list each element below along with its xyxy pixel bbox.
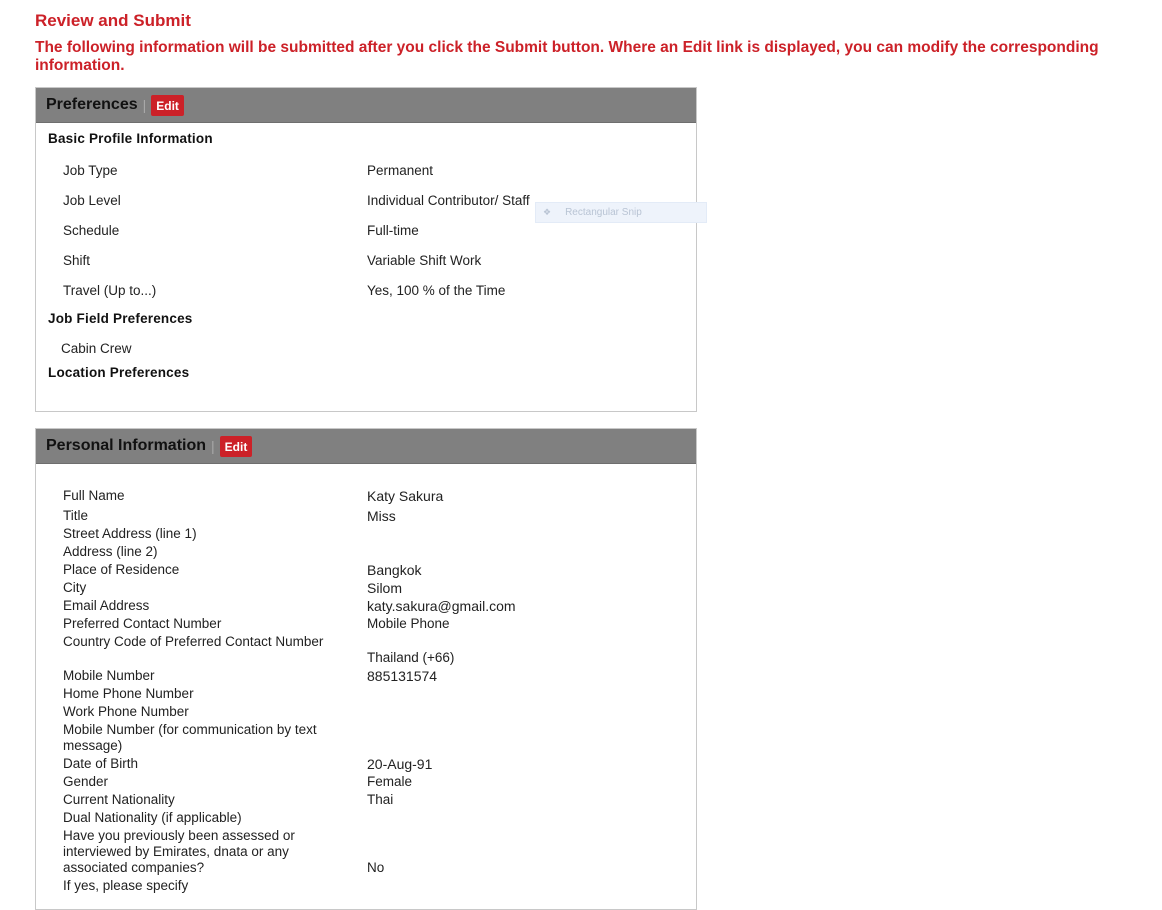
value-city: Silom xyxy=(367,580,403,596)
label-current-nationality: Current Nationality xyxy=(63,792,175,807)
pref-value-job-level: Individual Contributor/ Staff xyxy=(367,193,530,208)
value-country-code: Thailand (+66) xyxy=(367,650,455,665)
pref-label-job-type: Job Type xyxy=(63,163,118,178)
value-previously-assessed: No xyxy=(367,860,385,875)
label-mobile-number: Mobile Number xyxy=(63,668,155,683)
separator: | xyxy=(211,438,215,454)
personal-information-panel: Personal Information | Edit Full Name Ka… xyxy=(35,428,697,910)
label-home-phone: Home Phone Number xyxy=(63,686,194,701)
label-address-2: Address (line 2) xyxy=(63,544,158,559)
label-title: Title xyxy=(63,508,89,523)
separator: | xyxy=(142,97,147,113)
pref-label-schedule: Schedule xyxy=(63,223,120,238)
pref-value-job-type: Permanent xyxy=(367,163,434,178)
label-email-address: Email Address xyxy=(63,598,150,613)
page-title: Review and Submit xyxy=(35,11,191,30)
pref-label-shift: Shift xyxy=(63,253,91,268)
value-current-nationality: Thai xyxy=(367,792,394,807)
label-mobile-text-message: Mobile Number (for communication by text… xyxy=(63,722,317,753)
value-email-address: katy.sakura@gmail.com xyxy=(367,598,516,614)
basic-profile-heading: Basic Profile Information xyxy=(48,131,213,146)
pref-label-job-level: Job Level xyxy=(63,193,121,208)
preferences-panel: Preferences | Edit Basic Profile Informa… xyxy=(35,87,697,412)
label-street-address-1: Street Address (line 1) xyxy=(63,526,197,541)
snip-icon: ❖ xyxy=(543,207,552,217)
job-field-item: Cabin Crew xyxy=(61,341,132,356)
value-full-name: Katy Sakura xyxy=(367,488,444,504)
pref-value-schedule: Full-time xyxy=(367,223,419,238)
label-country-code: Country Code of Preferred Contact Number xyxy=(63,634,324,649)
preferences-panel-header: Preferences | Edit xyxy=(36,88,696,123)
pref-label-travel: Travel (Up to...) xyxy=(63,283,157,298)
value-title: Miss xyxy=(367,508,396,524)
job-field-preferences-heading: Job Field Preferences xyxy=(48,311,193,326)
preferences-title: Preferences xyxy=(46,96,138,113)
value-date-of-birth: 20-Aug-91 xyxy=(367,756,433,772)
location-preferences-heading: Location Preferences xyxy=(48,365,190,380)
label-previously-assessed: Have you previously been assessed or int… xyxy=(63,828,295,875)
label-if-yes-specify: If yes, please specify xyxy=(63,878,189,893)
value-place-of-residence: Bangkok xyxy=(367,562,422,578)
pref-value-travel: Yes, 100 % of the Time xyxy=(367,283,506,298)
label-work-phone: Work Phone Number xyxy=(63,704,189,719)
personal-information-title: Personal Information xyxy=(46,437,207,454)
label-full-name: Full Name xyxy=(63,488,125,503)
value-preferred-contact-number: Mobile Phone xyxy=(367,616,450,631)
label-city: City xyxy=(63,580,87,595)
personal-edit-button[interactable]: Edit xyxy=(219,435,253,457)
pref-value-shift: Variable Shift Work xyxy=(367,253,482,268)
label-date-of-birth: Date of Birth xyxy=(63,756,139,771)
label-preferred-contact-number: Preferred Contact Number xyxy=(63,616,222,631)
page-intro-text: The following information will be submit… xyxy=(35,39,1099,74)
label-dual-nationality: Dual Nationality (if applicable) xyxy=(63,810,242,825)
rectangular-snip-overlay[interactable]: ❖ Rectangular Snip xyxy=(535,202,707,223)
label-place-of-residence: Place of Residence xyxy=(63,562,180,577)
value-gender: Female xyxy=(367,774,413,789)
snip-label: Rectangular Snip xyxy=(565,207,642,218)
personal-panel-header: Personal Information | Edit xyxy=(36,429,696,464)
preferences-edit-button[interactable]: Edit xyxy=(151,94,184,116)
label-gender: Gender xyxy=(63,774,109,789)
value-mobile-number: 885131574 xyxy=(367,668,438,684)
